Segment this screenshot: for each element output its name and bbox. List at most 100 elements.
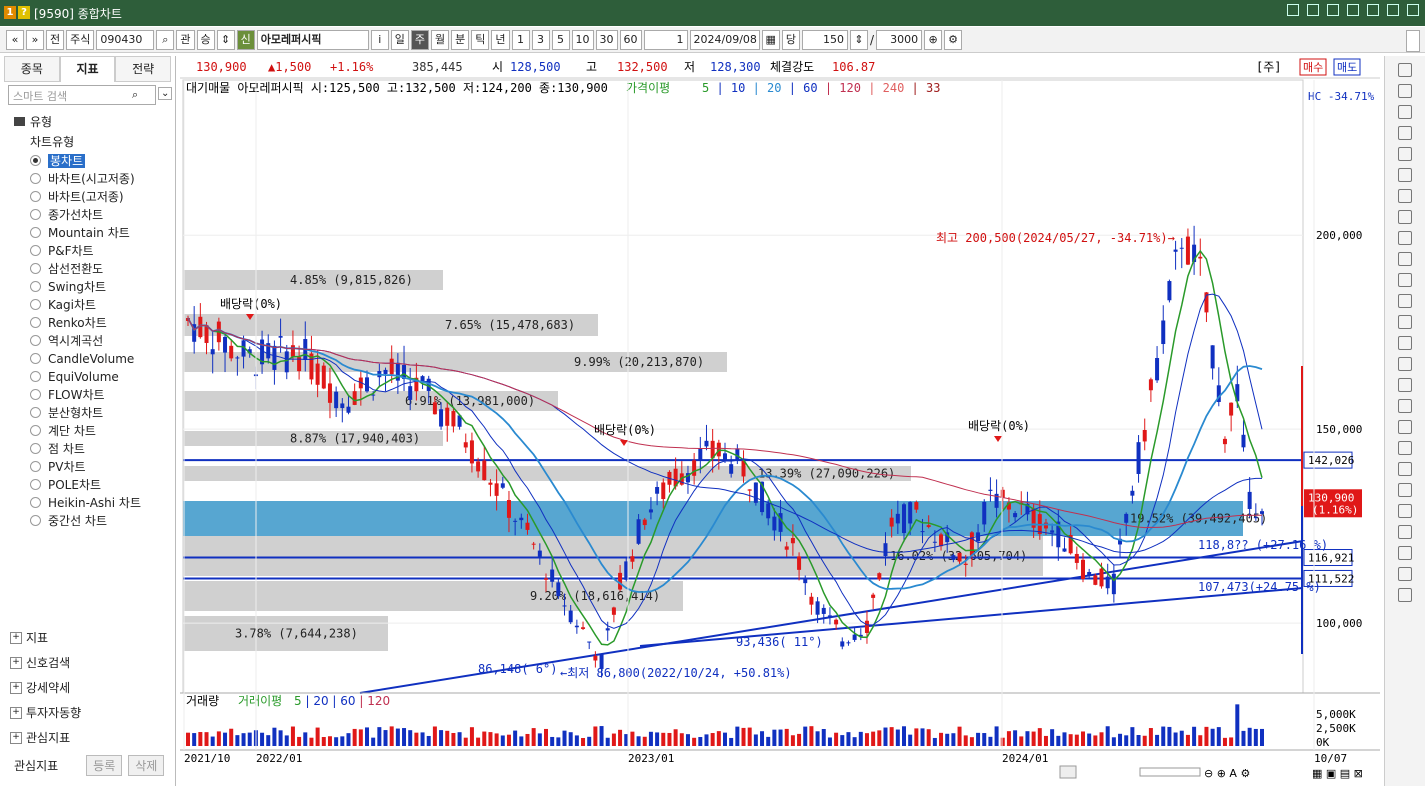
radio-icon[interactable] [30,371,41,382]
radio-icon[interactable] [30,281,41,292]
radio-icon[interactable] [30,353,41,364]
interval-10[interactable]: 10 [571,29,594,50]
drawing-tool-icon[interactable] [1398,294,1412,308]
drawing-tool-icon[interactable] [1398,126,1412,140]
drawing-tool-icon[interactable] [1398,420,1412,434]
drawing-tool-icon[interactable] [1398,483,1412,497]
drawing-tool-icon[interactable] [1398,462,1412,476]
drawing-tool-icon[interactable] [1398,357,1412,371]
radio-icon[interactable] [30,155,41,166]
period-minute[interactable]: 분 [451,29,470,50]
chart-area[interactable]: 130,900 ▲1,500 +1.16% 385,445 시 128,500 … [180,56,1380,786]
group-indicators[interactable]: 지표 [8,626,174,651]
radio-icon[interactable] [30,227,41,238]
zoom-icon[interactable]: ⊕ [924,29,943,50]
drawing-tool-icon[interactable] [1398,84,1412,98]
chart-type-item[interactable]: Heikin-Ashi 차트 [8,494,174,512]
radio-icon[interactable] [30,299,41,310]
drawing-tool-icon[interactable] [1398,378,1412,392]
chevron-down-icon[interactable]: ⌄ [158,87,173,100]
market-button[interactable]: 전 [46,29,65,50]
related-button[interactable]: 관 [176,29,195,50]
rise-button[interactable]: 승 [196,29,215,50]
nav-prev-button[interactable]: « [6,29,24,50]
interval-1[interactable]: 1 [511,29,530,50]
chart-type-item[interactable]: Mountain 차트 [8,224,174,242]
drawing-tool-icon[interactable] [1398,273,1412,287]
radio-icon[interactable] [30,497,41,508]
count-input[interactable]: 1 [643,29,688,50]
interval-60[interactable]: 60 [619,29,642,50]
drawing-tool-icon[interactable] [1398,63,1412,77]
chart-tool-icons[interactable]: ▦ ▣ ▤ ⊠ [1312,767,1363,780]
chart-type-item[interactable]: Renko차트 [8,314,174,332]
stock-name-field[interactable]: 아모레퍼시픽 [256,29,369,50]
chart-type-item[interactable]: 계단 차트 [8,422,174,440]
drawing-tool-icon[interactable] [1398,546,1412,560]
period-tick[interactable]: 틱 [471,29,490,50]
chart-type-item[interactable]: POLE차트 [8,476,174,494]
drawing-tool-icon[interactable] [1398,210,1412,224]
chart-type-item[interactable]: 점 차트 [8,440,174,458]
chart-type-item[interactable]: 역시계곡선 [8,332,174,350]
settings-icon[interactable] [1347,4,1359,16]
drawing-tool-icon[interactable] [1398,399,1412,413]
radio-icon[interactable] [30,389,41,400]
copy-icon[interactable] [1307,4,1319,16]
radio-icon[interactable] [30,317,41,328]
search-icon[interactable]: ⌕ [132,88,138,102]
drawing-tool-icon[interactable] [1398,504,1412,518]
nav-next-button[interactable]: » [26,29,44,50]
drawing-tool-icon[interactable] [1398,252,1412,266]
interval-3[interactable]: 3 [531,29,550,50]
radio-icon[interactable] [30,245,41,256]
radio-icon[interactable] [30,335,41,346]
radio-icon[interactable] [30,173,41,184]
spinner-icon[interactable]: ⇕ [216,29,235,50]
drawing-tool-icon[interactable] [1398,336,1412,350]
interval-5[interactable]: 5 [551,29,570,50]
drawing-tool-icon[interactable] [1398,189,1412,203]
tab-indicators[interactable]: 지표 [59,56,116,82]
chart-type-item[interactable]: 분산형차트 [8,404,174,422]
chart-type-item[interactable]: 바차트(고저종) [8,188,174,206]
chart-type-item[interactable]: EquiVolume [8,368,174,386]
chart-type-item[interactable]: CandleVolume [8,350,174,368]
group-favorite[interactable]: 관심지표 [8,726,174,751]
calendar-icon[interactable]: ▦ [761,29,780,50]
group-signal[interactable]: 신호검색 [8,651,174,676]
register-button[interactable]: 등록 [86,754,123,776]
chart-type-item[interactable]: 삼선전환도 [8,260,174,278]
qty-input[interactable]: 150 [802,29,849,50]
chart-type-item[interactable]: 종가선차트 [8,206,174,224]
tab-strategy[interactable]: 전략 [115,56,172,82]
current-button[interactable]: 당 [781,29,801,50]
period-year[interactable]: 년 [491,29,510,50]
group-investor[interactable]: 투자자동향 [8,701,174,726]
type-button[interactable]: 주식 [66,29,95,50]
chart-type-item[interactable]: 봉차트 [8,152,174,170]
chart-type-item[interactable]: 중간선 차트 [8,512,174,530]
radio-icon[interactable] [30,263,41,274]
drawing-tool-icon[interactable] [1398,588,1412,602]
radio-icon[interactable] [30,425,41,436]
chart-type-item[interactable]: Kagi차트 [8,296,174,314]
max-input[interactable]: 3000 [876,29,923,50]
delete-button[interactable]: 삭제 [128,754,165,776]
info-button[interactable]: i [370,29,389,50]
radio-icon[interactable] [30,515,41,526]
drawing-tool-icon[interactable] [1398,441,1412,455]
radio-icon[interactable] [30,209,41,220]
scroll-right-button[interactable] [1059,765,1077,779]
interval-30[interactable]: 30 [595,29,618,50]
period-month[interactable]: 월 [431,29,450,50]
maximize-icon[interactable] [1387,4,1399,16]
chart-type-item[interactable]: Swing차트 [8,278,174,296]
qty-spinner-icon[interactable]: ⇕ [850,29,869,50]
zoom-controls[interactable]: ⊖ ⊕ A ⚙ [1204,767,1250,780]
radio-icon[interactable] [30,443,41,454]
date-input[interactable]: 2024/09/08 [689,29,760,50]
minimize-icon[interactable] [1367,4,1379,16]
chart-type-item[interactable]: P&F차트 [8,242,174,260]
close-icon[interactable] [1407,4,1419,16]
